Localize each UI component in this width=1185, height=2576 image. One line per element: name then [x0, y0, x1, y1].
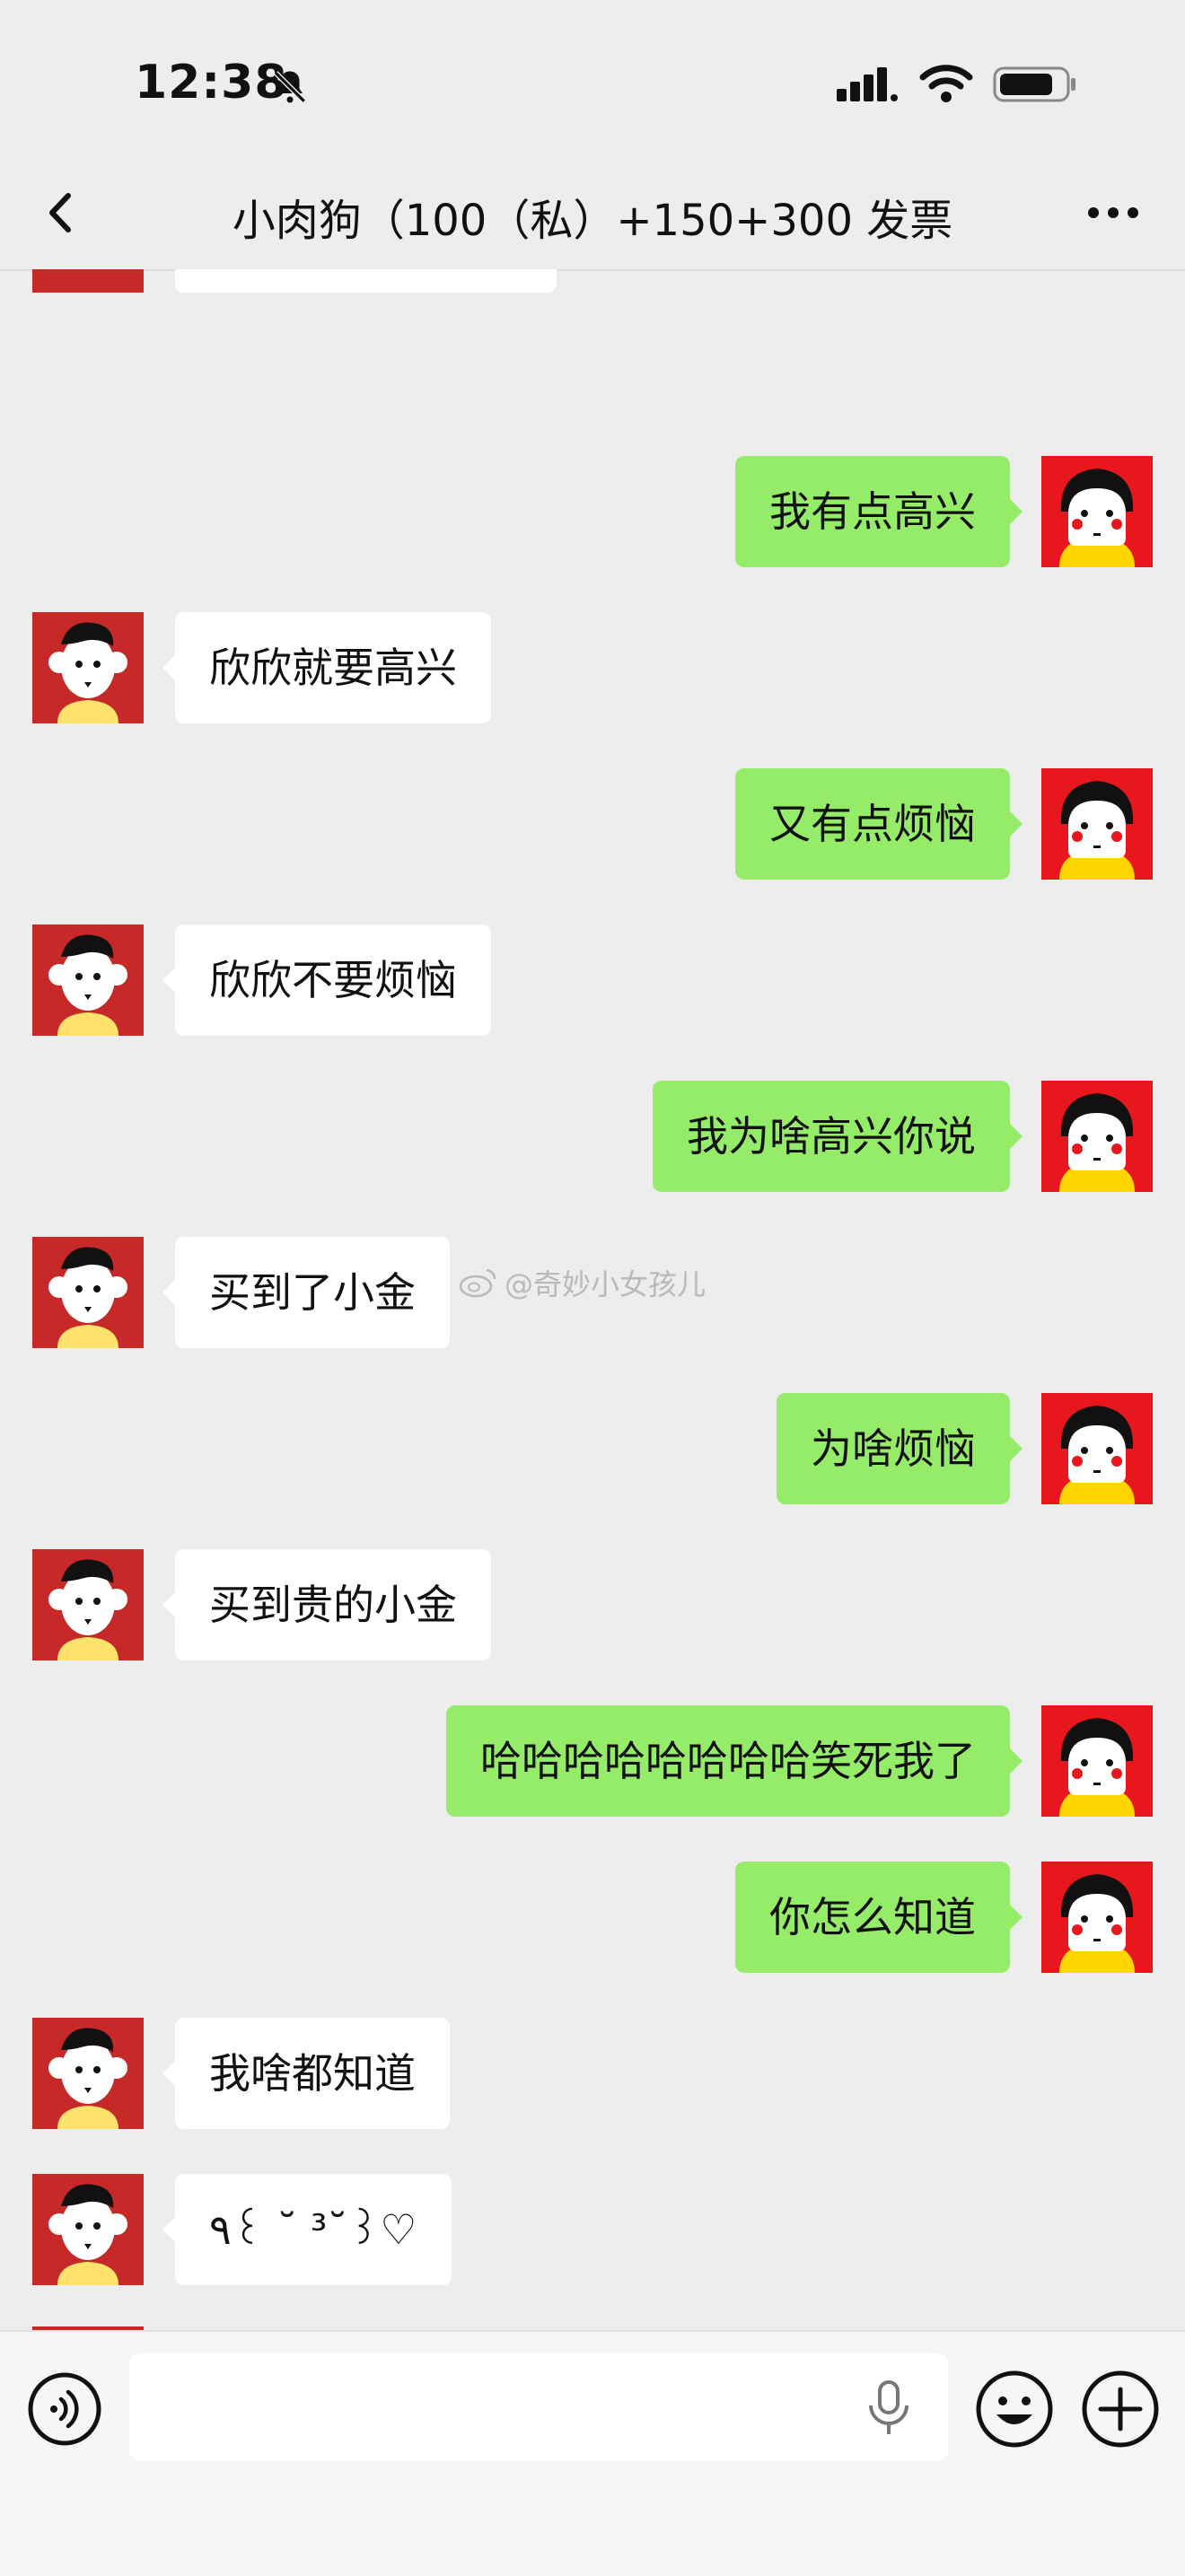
- wifi-icon: [919, 65, 973, 102]
- more-options-icon[interactable]: [1077, 181, 1149, 244]
- message-row: 欣欣不要烦恼: [0, 924, 1185, 1036]
- message-row: ٩꒰ ˘ ³˘꒱♡: [0, 2174, 1185, 2285]
- girl-cartoon-icon: [1041, 456, 1153, 567]
- their-message-bubble[interactable]: ٩꒰ ˘ ³˘꒱♡: [162, 2174, 452, 2285]
- chat-header: 小肉狗（100（私）+150+300 发票: [0, 162, 1185, 271]
- avatar[interactable]: [1041, 768, 1153, 880]
- boy-cartoon-icon: [32, 1237, 144, 1348]
- avatar[interactable]: [1041, 1081, 1153, 1192]
- bell-muted-icon: [274, 71, 306, 103]
- microphone-icon[interactable]: [864, 2379, 914, 2436]
- avatar[interactable]: [1041, 1393, 1153, 1504]
- my-message-bubble[interactable]: 我有点高兴: [735, 456, 1023, 567]
- status-time: 12:38: [135, 56, 288, 110]
- message-row: 买到贵的小金: [0, 1549, 1185, 1660]
- cellular-signal-icon: [837, 67, 898, 101]
- chat-title: 小肉狗（100（私）+150+300 发票: [232, 196, 953, 246]
- message-row: 你怎么知道: [0, 1862, 1185, 1973]
- boy-cartoon-icon: [32, 2018, 144, 2129]
- avatar[interactable]: [1041, 1705, 1153, 1817]
- message-row: 我啥都知道: [0, 2018, 1185, 2129]
- avatar[interactable]: [32, 1237, 144, 1348]
- watermark: @奇妙小女孩儿: [458, 1262, 706, 1303]
- girl-cartoon-icon: [1041, 1393, 1153, 1504]
- watermark-text: @奇妙小女孩儿: [505, 1267, 707, 1301]
- back-arrow-icon[interactable]: [36, 181, 90, 244]
- girl-cartoon-icon: [1041, 1705, 1153, 1817]
- message-row: 欣欣就要高兴: [0, 612, 1185, 723]
- message-row: 哈哈哈哈哈哈哈哈笑死我了: [0, 1705, 1185, 1817]
- avatar[interactable]: [32, 269, 144, 293]
- weibo-logo-icon: [459, 1268, 496, 1298]
- add-more-icon[interactable]: [1081, 2370, 1160, 2449]
- voice-input-icon[interactable]: [27, 2371, 102, 2447]
- their-message-bubble[interactable]: 买到了小金: [162, 1237, 450, 1348]
- message-row: 我为啥高兴你说: [0, 1081, 1185, 1192]
- partial-message-bubble: [175, 269, 557, 293]
- battery-icon: [993, 66, 1075, 102]
- avatar[interactable]: [1041, 456, 1153, 567]
- boy-cartoon-icon: [32, 1549, 144, 1660]
- girl-cartoon-icon: [1041, 1081, 1153, 1192]
- their-message-bubble[interactable]: 买到贵的小金: [162, 1549, 491, 1660]
- status-indicators: [837, 65, 1077, 104]
- their-message-bubble[interactable]: 欣欣不要烦恼: [162, 924, 491, 1036]
- avatar[interactable]: [32, 612, 144, 723]
- their-message-bubble[interactable]: 欣欣就要高兴: [162, 612, 491, 723]
- message-row: 为啥烦恼: [0, 1393, 1185, 1504]
- my-message-bubble[interactable]: 你怎么知道: [735, 1862, 1023, 1973]
- their-message-bubble[interactable]: 我啥都知道: [162, 2018, 450, 2129]
- avatar[interactable]: [32, 2018, 144, 2129]
- message-input[interactable]: [129, 2353, 948, 2461]
- girl-cartoon-icon: [1041, 1862, 1153, 1973]
- avatar[interactable]: [32, 1549, 144, 1660]
- my-message-bubble[interactable]: 我为啥高兴你说: [653, 1081, 1023, 1192]
- message-row: 我有点高兴: [0, 456, 1185, 567]
- status-bar: 12:38: [0, 0, 1185, 162]
- boy-cartoon-icon: [32, 612, 144, 723]
- message-row: 又有点烦恼: [0, 768, 1185, 880]
- my-message-bubble[interactable]: 哈哈哈哈哈哈哈哈笑死我了: [446, 1705, 1023, 1817]
- avatar[interactable]: [32, 2174, 144, 2285]
- emoji-icon[interactable]: [975, 2370, 1054, 2449]
- avatar[interactable]: [32, 924, 144, 1036]
- boy-cartoon-icon: [32, 2174, 144, 2285]
- boy-cartoon-icon: [32, 924, 144, 1036]
- input-bar: [0, 2330, 1185, 2576]
- avatar[interactable]: [1041, 1862, 1153, 1973]
- my-message-bubble[interactable]: 又有点烦恼: [735, 768, 1023, 880]
- my-message-bubble[interactable]: 为啥烦恼: [777, 1393, 1023, 1504]
- girl-cartoon-icon: [1041, 768, 1153, 880]
